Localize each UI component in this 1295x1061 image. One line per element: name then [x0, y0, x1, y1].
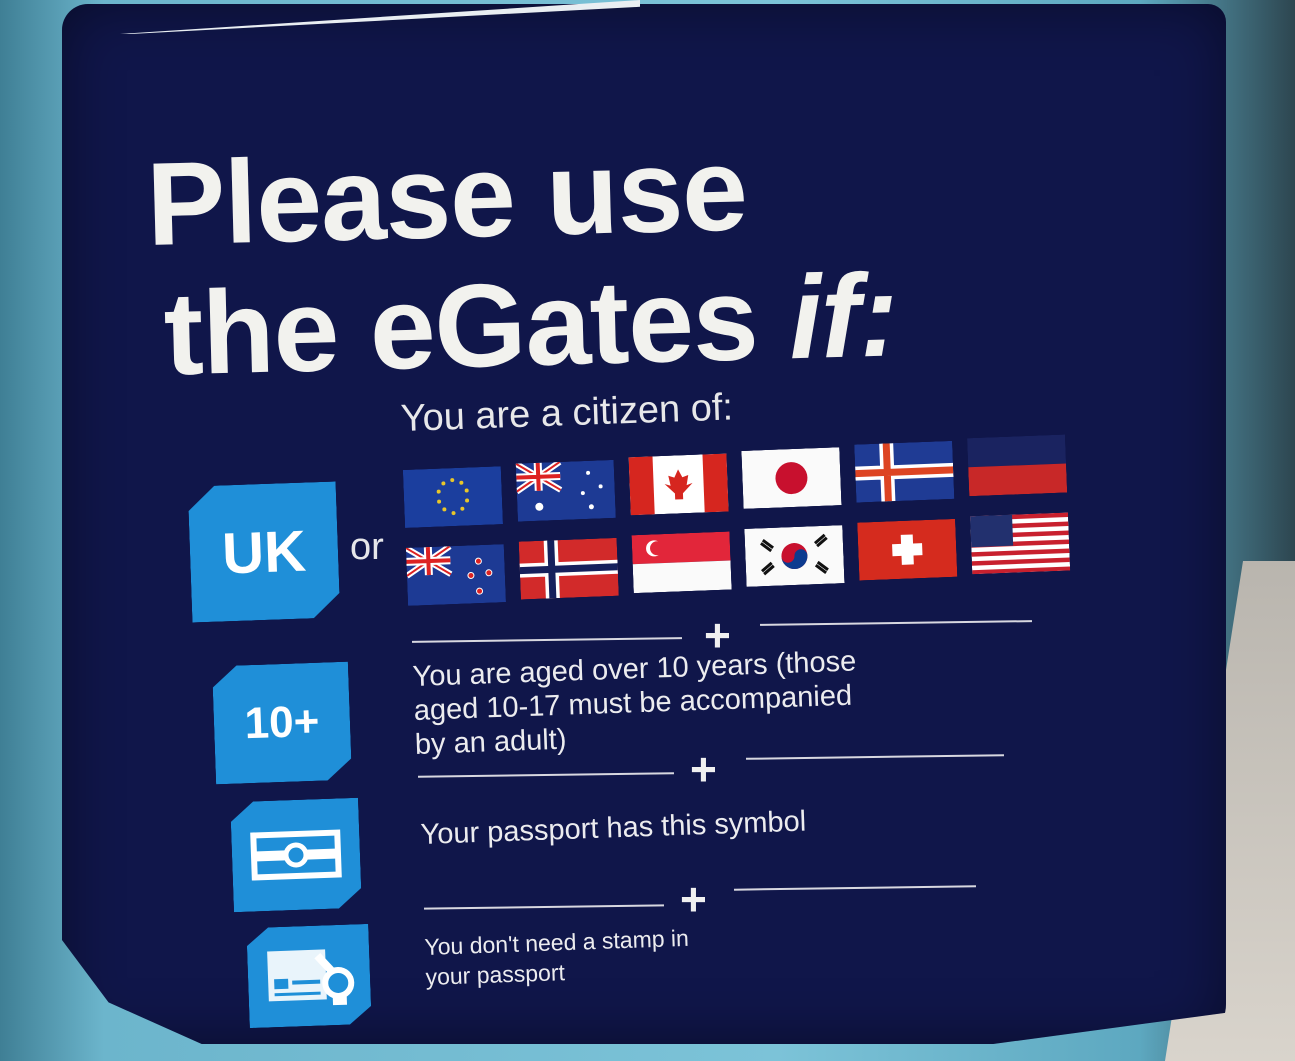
epassport-badge [230, 798, 362, 912]
singapore-flag-icon [631, 531, 732, 594]
age-condition: You are aged over 10 years (those aged 1… [412, 645, 859, 762]
liechtenstein-flag-icon [967, 434, 1068, 497]
south-korea-flag-icon [744, 525, 845, 587]
plus-separator: + [690, 743, 717, 795]
iceland-flag-icon [854, 440, 955, 503]
japan-flag-icon [741, 447, 842, 509]
canada-flag-icon [628, 453, 729, 516]
australia-flag-icon [515, 459, 616, 522]
sign-title: Please use the eGates if: [144, 120, 900, 401]
no-stamp-badge [246, 924, 371, 1028]
title-if-text: if: [787, 249, 900, 385]
title-line-2-text: the eGates [162, 252, 791, 401]
usa-flag-icon [970, 512, 1071, 575]
uk-badge: UK [188, 481, 341, 622]
title-line-2: the eGates if: [148, 249, 900, 401]
age-badge: 10+ [212, 662, 352, 785]
switzerland-flag-icon [857, 518, 958, 581]
flag-grid [402, 422, 1088, 618]
norway-flag-icon [518, 537, 619, 600]
plus-separator: + [680, 873, 707, 925]
title-line-1: Please use [144, 123, 749, 271]
stamp-condition: You don't need a stamp in your passport [424, 923, 690, 992]
eu-flag-icon [402, 466, 503, 528]
or-text: or [350, 526, 384, 568]
epassport-chip-icon [230, 798, 362, 912]
passport-stamp-icon [246, 924, 371, 1028]
new-zealand-flag-icon [405, 544, 506, 606]
